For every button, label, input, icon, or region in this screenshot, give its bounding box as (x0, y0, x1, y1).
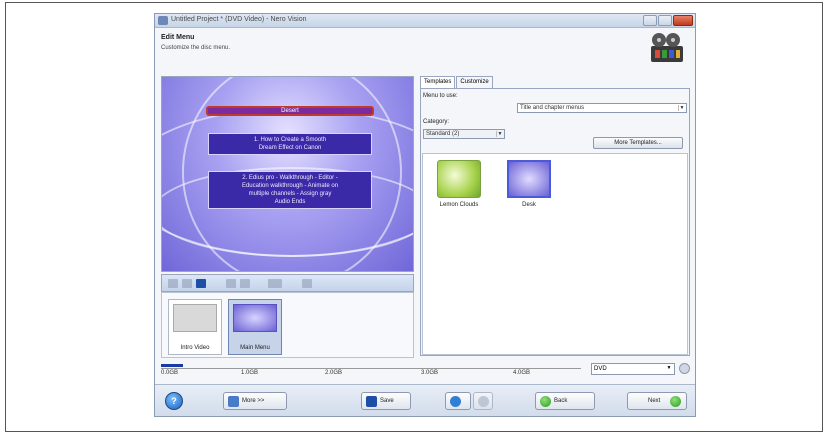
maximize-button[interactable] (658, 15, 672, 26)
template-image (437, 160, 481, 198)
next-button-label: Next (648, 398, 661, 404)
menu-to-use-select[interactable]: Title and chapter menus ▼ (517, 103, 687, 113)
menu-title[interactable]: Desert (206, 106, 374, 116)
more-button-label: More >> (242, 398, 265, 404)
thumbnail-label: Main Menu (240, 345, 270, 351)
save-button-label: Save (380, 398, 394, 404)
undo-icon[interactable] (168, 279, 178, 288)
template-list: Lemon Clouds Desk (422, 153, 688, 355)
disc-capacity-bar: 0.0GB 1.0GB 2.0GB 3.0GB 4.0GB DVD ▼ (161, 362, 691, 380)
close-button[interactable] (673, 15, 693, 26)
more-icon (228, 396, 239, 407)
save-button[interactable]: Save (361, 392, 411, 410)
next-arrow-icon (670, 396, 681, 407)
thumbnail-image (233, 304, 277, 332)
menu-button-2[interactable]: 2. Edius pro - Walkthrough - Editor - Ed… (208, 171, 372, 209)
save-icon[interactable] (196, 279, 206, 288)
window-title: Untitled Project * (DVD Video) - Nero Vi… (171, 16, 307, 23)
capacity-tick: 0.0GB (161, 370, 179, 376)
capacity-tick: 4.0GB (513, 370, 531, 376)
nero-vision-window: Untitled Project * (DVD Video) - Nero Vi… (154, 13, 696, 417)
thumbnail-main-menu[interactable]: Main Menu (228, 299, 282, 355)
capacity-tick: 1.0GB (241, 370, 259, 376)
window-controls (643, 15, 693, 26)
preview-toolbar (161, 274, 414, 292)
tab-customize[interactable]: Customize (456, 76, 493, 88)
minimize-button[interactable] (643, 15, 657, 26)
floppy-disk-icon (366, 396, 377, 407)
back-arrow-icon (540, 396, 551, 407)
layout-icon[interactable] (240, 279, 250, 288)
page-subtitle: Customize the disc menu. (161, 45, 231, 51)
more-button[interactable]: More >> (223, 392, 287, 410)
chevron-down-icon: ▼ (666, 365, 672, 371)
template-label: Lemon Clouds (439, 202, 479, 208)
app-icon (158, 16, 168, 25)
category-value: Standard (2) (426, 131, 460, 137)
menu-button-2-line: 2. Edius pro - Walkthrough - Editor - (242, 175, 338, 181)
menu-button-1-line: 1. How to Create a Smooth (253, 137, 327, 143)
help-icon[interactable]: ? (165, 392, 183, 410)
panel-tabs: Templates Customize (420, 76, 494, 88)
menu-button-2-line: Education walkthrough - Animate on (241, 183, 339, 189)
menu-preview[interactable]: Desert 1. How to Create a Smooth Dream E… (161, 76, 414, 272)
template-lemon-clouds[interactable]: Lemon Clouds (429, 160, 489, 220)
capacity-tick: 3.0GB (421, 370, 439, 376)
category-select[interactable]: Standard (2) ▼ (423, 129, 505, 139)
disc-type-value: DVD (594, 366, 607, 372)
audio-icon[interactable] (302, 279, 312, 288)
thumbnail-image (173, 304, 217, 332)
template-desk[interactable]: Desk (499, 160, 559, 220)
page-title: Edit Menu (161, 34, 195, 41)
redo-icon[interactable] (182, 279, 192, 288)
grid-icon[interactable] (226, 279, 236, 288)
undo-button[interactable] (445, 392, 471, 410)
redo-arrow-icon (478, 396, 489, 407)
templates-panel: Menu to use: Title and chapter menus ▼ C… (420, 88, 690, 356)
capacity-tick: 2.0GB (325, 370, 343, 376)
disc-info-icon[interactable] (679, 363, 690, 374)
back-button-label: Back (554, 398, 568, 404)
chevron-down-icon: ▼ (678, 105, 685, 111)
redo-button[interactable] (473, 392, 493, 410)
undo-arrow-icon (450, 396, 461, 407)
more-templates-button[interactable]: More Templates... (593, 137, 683, 149)
menu-thumbnails: Intro Video Main Menu (161, 292, 414, 358)
menu-button-2-line: Audio Ends (274, 199, 306, 205)
thumbnail-intro-video[interactable]: Intro Video (168, 299, 222, 355)
title-bar: Untitled Project * (DVD Video) - Nero Vi… (155, 14, 695, 28)
screenshot-frame: Untitled Project * (DVD Video) - Nero Vi… (5, 2, 823, 432)
disc-type-select[interactable]: DVD ▼ (591, 363, 675, 375)
template-image (507, 160, 551, 198)
menu-button-1-line: Dream Effect on Canon (258, 145, 322, 151)
capacity-used-bar (161, 364, 183, 367)
capacity-scale (161, 368, 581, 369)
menu-button-1[interactable]: 1. How to Create a Smooth Dream Effect o… (208, 133, 372, 155)
back-button[interactable]: Back (535, 392, 595, 410)
template-label: Desk (522, 202, 536, 208)
thumbnail-label: Intro Video (180, 345, 210, 351)
menu-to-use-value: Title and chapter menus (520, 105, 585, 111)
bottom-bar: ? More >> Save Back Next (155, 384, 695, 416)
next-button[interactable]: Next (627, 392, 687, 410)
frame-dropdown-icon[interactable] (268, 279, 282, 288)
category-label: Category: (423, 119, 450, 125)
menu-to-use-label: Menu to use: (423, 93, 458, 99)
chevron-down-icon: ▼ (496, 131, 503, 137)
film-reel-logo-icon (651, 33, 683, 62)
menu-button-2-line: multiple channels - Assign gray (248, 191, 332, 197)
tab-templates[interactable]: Templates (420, 76, 456, 88)
